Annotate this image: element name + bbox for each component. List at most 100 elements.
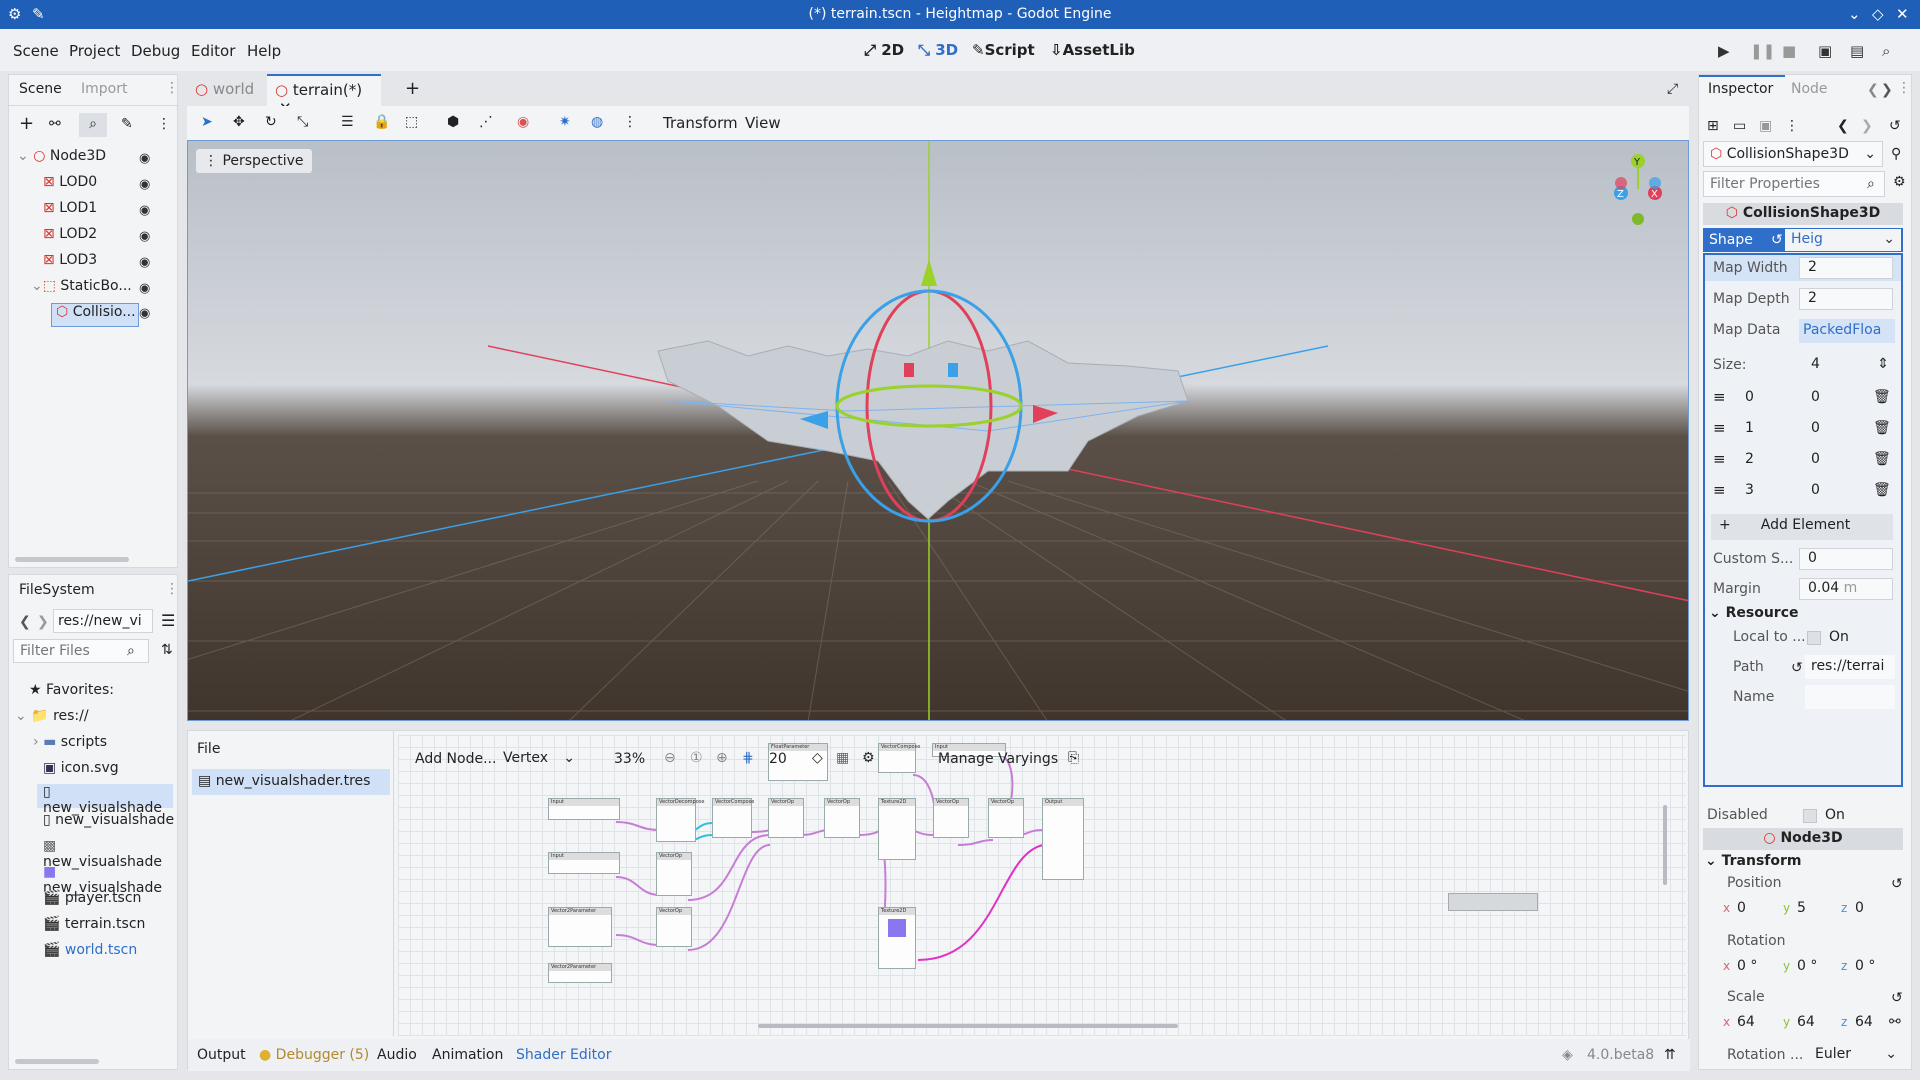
- rotation-z[interactable]: 0 °: [1855, 958, 1875, 974]
- link-icon[interactable]: ⚯: [1889, 1015, 1901, 1029]
- shape-resource-picker[interactable]: Heig ⌄: [1785, 229, 1901, 251]
- file-item[interactable]: ▩ new_visualshade: [43, 838, 177, 870]
- grid-snap-icon[interactable]: ⋕: [742, 751, 754, 765]
- tab-terrain[interactable]: ○ terrain(*) ✕: [267, 74, 381, 117]
- graph-node-texture2d[interactable]: Texture2D: [878, 798, 916, 860]
- array-element-row[interactable]: ≡ 3 0 🗑: [1705, 475, 1901, 505]
- revert-icon[interactable]: ↺: [1771, 233, 1783, 247]
- file-item[interactable]: ▣ icon.svg: [43, 760, 119, 784]
- graph-node-vectorcompose[interactable]: VectorCompose: [878, 743, 920, 773]
- new-tab-icon[interactable]: +: [405, 80, 420, 98]
- mode-script-button[interactable]: ✎Script: [972, 41, 1035, 59]
- graph-node-vectordecompose[interactable]: VectorDecompose: [656, 798, 704, 842]
- sun-icon[interactable]: ✷: [559, 115, 571, 129]
- visibility-eye-icon[interactable]: ◉: [139, 229, 150, 244]
- mode-2d-button[interactable]: ⤢ 2D: [864, 41, 904, 59]
- graph-node-vectorcompose[interactable]: VectorCompose: [712, 798, 754, 838]
- camera-preview-icon[interactable]: ◉: [517, 115, 529, 129]
- perspective-menu[interactable]: ⋮ Perspective: [196, 149, 312, 173]
- revert-icon[interactable]: ↺: [1891, 991, 1903, 1005]
- new-resource-icon[interactable]: ⊞: [1707, 119, 1719, 133]
- transform-menu[interactable]: Transform: [663, 114, 738, 132]
- zoom-reset-icon[interactable]: ①: [690, 751, 703, 765]
- play-custom-icon[interactable]: ▤: [1850, 42, 1864, 60]
- split-view-icon[interactable]: ☰: [161, 613, 175, 629]
- filter-properties-input[interactable]: [1703, 171, 1885, 197]
- drag-handle-icon[interactable]: ≡: [1713, 421, 1726, 436]
- snap-step[interactable]: 20: [769, 751, 787, 767]
- rotation-y[interactable]: 0 °: [1797, 958, 1817, 974]
- rotate-tool-icon[interactable]: ↻: [265, 115, 277, 129]
- menu-editor[interactable]: Editor: [191, 42, 235, 60]
- scrollbar[interactable]: [15, 557, 129, 562]
- tab-import[interactable]: Import: [81, 81, 127, 97]
- snap-icon[interactable]: ⋰: [479, 115, 493, 129]
- scale-vector[interactable]: x 64 y 64 z 64 ⚯: [1723, 1013, 1909, 1035]
- rotation-mode-select[interactable]: Euler ⌄: [1809, 1043, 1903, 1067]
- graph-node-vectorop[interactable]: VectorOp: [988, 798, 1024, 838]
- link-icon[interactable]: ⚯: [49, 117, 61, 131]
- graph-node-vectorop[interactable]: VectorOp: [824, 798, 860, 838]
- tab-output[interactable]: Output: [197, 1047, 246, 1063]
- dock-menu-icon[interactable]: ⋮: [165, 582, 179, 596]
- resource-section[interactable]: ⌄ Resource: [1709, 605, 1799, 621]
- array-element-row[interactable]: ≡ 0 0 🗑: [1705, 382, 1901, 412]
- tab-node[interactable]: Node: [1791, 81, 1828, 97]
- menu-help[interactable]: Help: [247, 42, 281, 60]
- menu-project[interactable]: Project: [69, 42, 120, 60]
- manage-varyings-button[interactable]: Manage Varyings: [938, 751, 1058, 767]
- position-vector[interactable]: x0 y5 z0: [1723, 899, 1909, 921]
- rotation-vector[interactable]: x0 ° y0 ° z0 °: [1723, 957, 1909, 979]
- arrange-icon[interactable]: ▦: [836, 751, 849, 765]
- drag-handle-icon[interactable]: ≡: [1713, 390, 1726, 405]
- margin-input[interactable]: 0.04 m: [1799, 578, 1893, 600]
- tab-inspector[interactable]: Inspector: [1708, 81, 1773, 97]
- position-z[interactable]: 0: [1855, 900, 1864, 916]
- forward-icon[interactable]: ❯: [1881, 83, 1893, 97]
- dock-menu-icon[interactable]: ⋮: [165, 81, 179, 95]
- name-input[interactable]: [1805, 685, 1895, 709]
- tree-row-lod0[interactable]: ⊠ LOD0: [43, 174, 97, 198]
- shader-preview-icon[interactable]: ⎘: [1068, 751, 1079, 765]
- back-icon[interactable]: ❮: [1867, 83, 1879, 97]
- local-to-scene-checkbox[interactable]: [1807, 631, 1821, 645]
- environment-icon[interactable]: ◍: [591, 115, 603, 129]
- preview-icon[interactable]: ⚙: [862, 751, 875, 765]
- res-root-row[interactable]: ⌄ 📁 res://: [15, 708, 89, 732]
- file-item-selected[interactable]: ▯ new_visualshade: [37, 784, 173, 816]
- movie-icon[interactable]: ⌕: [1882, 42, 1890, 60]
- scrollbar[interactable]: [758, 1024, 1178, 1028]
- scrollbar[interactable]: [1663, 805, 1667, 885]
- position-y[interactable]: 5: [1797, 900, 1806, 916]
- play-icon[interactable]: ▶: [1718, 42, 1730, 60]
- graph-node-texture2d[interactable]: Texture2D: [878, 907, 916, 969]
- maximize-icon[interactable]: ◇: [1872, 5, 1884, 23]
- file-item[interactable]: ▯ new_visualshade: [43, 812, 174, 836]
- pause-icon[interactable]: ❚❚: [1750, 42, 1775, 60]
- revert-icon[interactable]: ↺: [1891, 877, 1903, 891]
- graph-node-vector2parameter[interactable]: Vector2Parameter: [548, 963, 612, 983]
- forward-icon[interactable]: ❯: [37, 615, 49, 629]
- graph-node-vectorop[interactable]: VectorOp: [656, 852, 692, 896]
- dock-menu-icon[interactable]: ⋮: [1897, 81, 1911, 95]
- graph-minimap[interactable]: [1448, 893, 1538, 911]
- graph-node-vectorop[interactable]: VectorOp: [933, 798, 969, 838]
- tab-audio[interactable]: Audio: [377, 1047, 417, 1063]
- file-item[interactable]: › ▬ scripts: [33, 734, 107, 758]
- history-back-icon[interactable]: ❮: [1837, 119, 1849, 133]
- more-icon[interactable]: ⋮: [623, 115, 637, 129]
- file-item[interactable]: 🎬 terrain.tscn: [43, 916, 145, 940]
- axis-gizmo[interactable]: Y Z X: [1614, 154, 1662, 225]
- object-menu-icon[interactable]: ⚲: [1891, 147, 1901, 161]
- mode-assetlib-button[interactable]: ⇩AssetLib: [1050, 41, 1135, 59]
- panel-expand-icon[interactable]: ⇈: [1664, 1048, 1676, 1062]
- custom-solver-input[interactable]: 0: [1799, 548, 1893, 570]
- add-node-icon[interactable]: +: [19, 115, 34, 133]
- plane-handle[interactable]: [904, 363, 914, 377]
- favorites-row[interactable]: ★ Favorites:: [29, 682, 114, 706]
- file-item[interactable]: ■ new_visualshade: [43, 864, 177, 896]
- tree-row-lod2[interactable]: ⊠ LOD2: [43, 226, 97, 250]
- array-element-row[interactable]: ≡ 2 0 🗑: [1705, 444, 1901, 474]
- graph-node-vector2parameter[interactable]: Vector2Parameter: [548, 907, 612, 947]
- search-icon[interactable]: ⌕: [79, 113, 107, 137]
